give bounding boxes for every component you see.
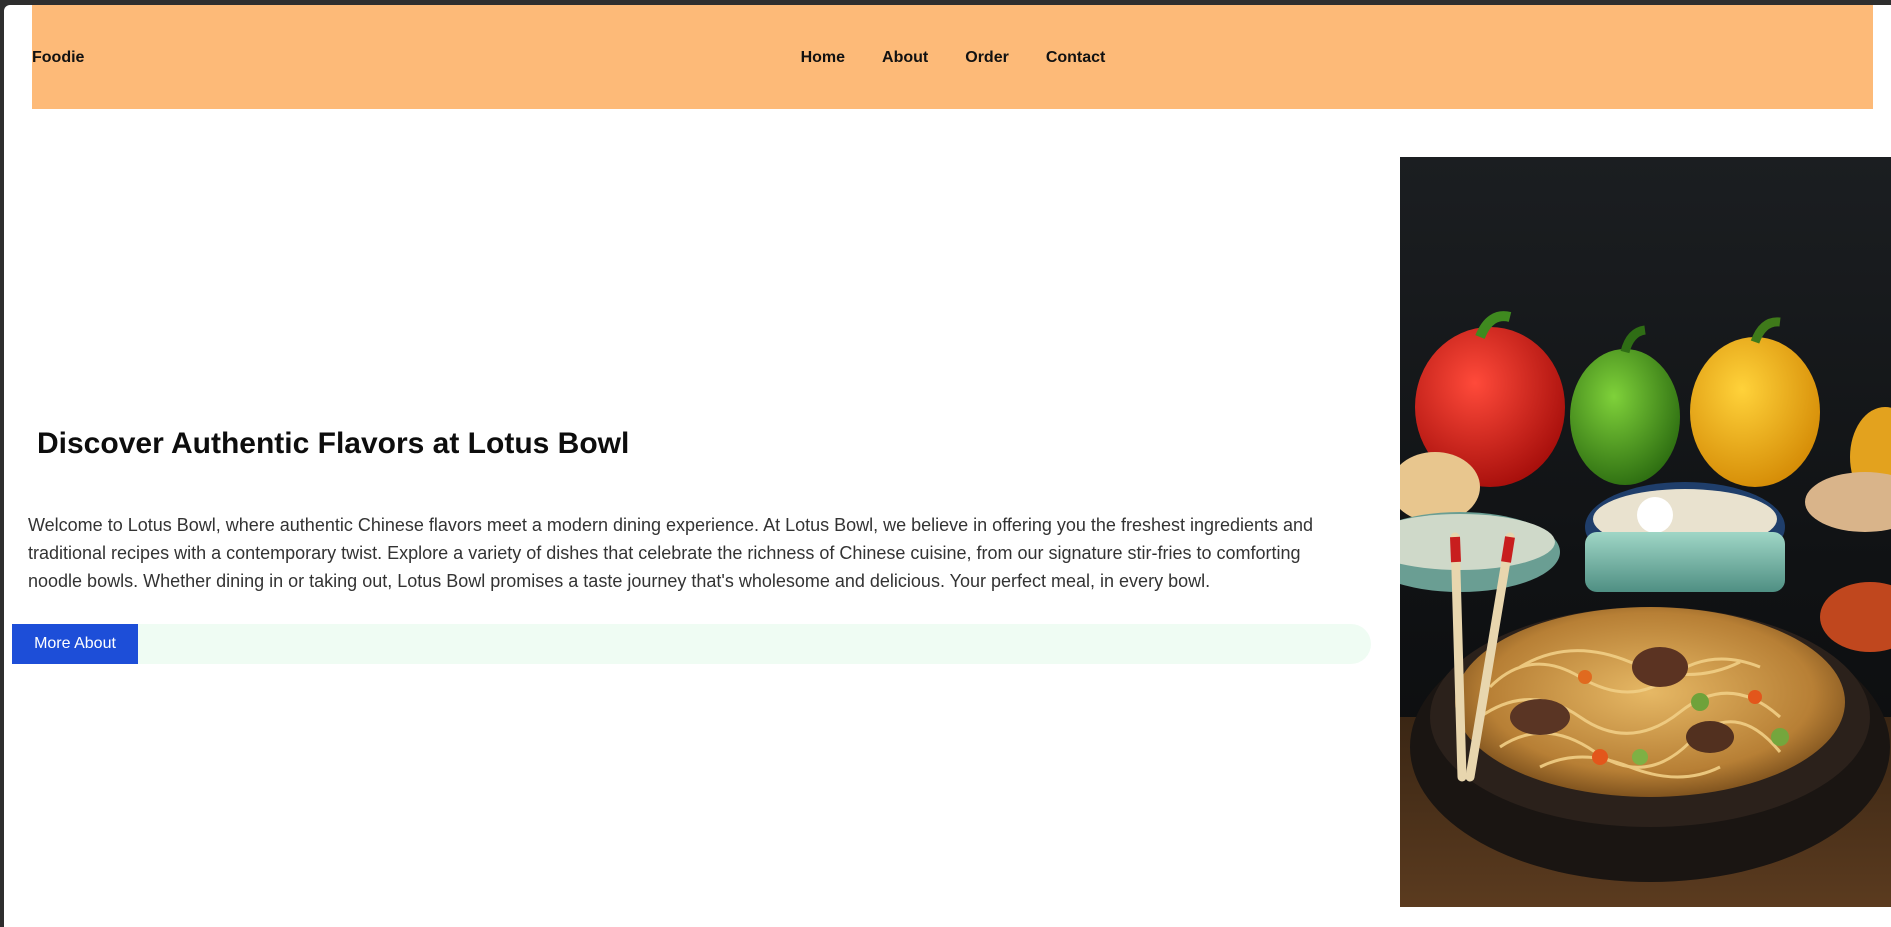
nav-links: Home About Order Contact — [32, 49, 1873, 67]
nav-link-home[interactable]: Home — [801, 49, 845, 67]
more-about-button[interactable]: More About — [12, 624, 138, 664]
nav-link-about[interactable]: About — [882, 49, 928, 67]
hero-title: Discover Authentic Flavors at Lotus Bowl — [37, 427, 630, 460]
hero-description: Welcome to Lotus Bowl, where authentic C… — [28, 515, 1314, 591]
page: Foodie Home About Order Contact Discover… — [4, 5, 1891, 927]
nav-link-order[interactable]: Order — [965, 49, 1009, 67]
navbar: Foodie Home About Order Contact — [32, 5, 1873, 109]
nav-link-contact[interactable]: Contact — [1046, 49, 1106, 67]
noodle-bowl-image — [1400, 157, 1891, 907]
cta-track — [12, 624, 1371, 664]
